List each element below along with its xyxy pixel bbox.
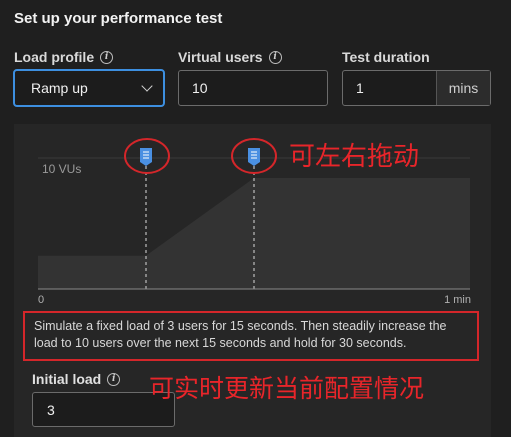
ramp-start-handle-icon[interactable] xyxy=(140,148,152,166)
load-description: Simulate a fixed load of 3 users for 15 … xyxy=(23,311,479,361)
ramp-end-handle-icon[interactable] xyxy=(248,148,260,166)
live-update-annotation: 可实时更新当前配置情况 xyxy=(149,374,425,403)
initial-load-label: Initial load i xyxy=(32,371,121,387)
initial-load-value: 3 xyxy=(47,401,55,418)
y-max-label: 10 VUs xyxy=(42,162,82,176)
drag-annotation: 可左右拖动 xyxy=(289,142,420,172)
info-icon[interactable]: i xyxy=(107,372,121,386)
x-axis-start-label: 0 xyxy=(38,294,45,306)
x-axis-end-label: 1 min xyxy=(444,294,471,306)
